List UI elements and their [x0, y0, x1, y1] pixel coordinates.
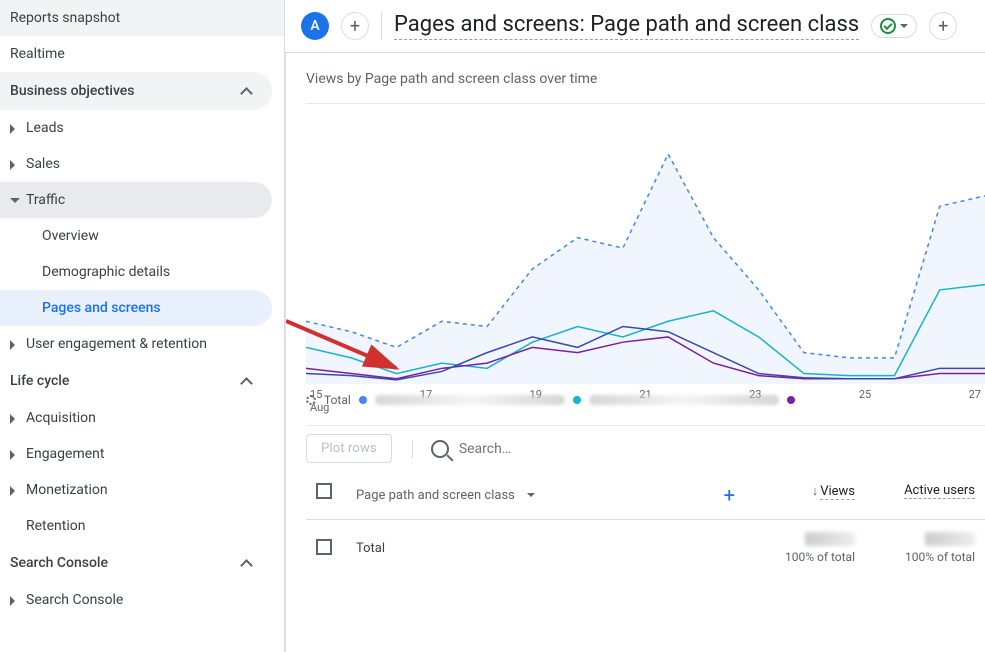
- add-dimension-button[interactable]: +: [724, 483, 735, 507]
- caret-right-icon: [10, 124, 15, 134]
- chevron-up-icon: [238, 554, 256, 572]
- nav-traffic-demographic[interactable]: Demographic details: [0, 254, 284, 290]
- check-circle-icon: [880, 18, 896, 34]
- caret-down-icon: [10, 198, 20, 203]
- nav-engagement[interactable]: Engagement: [0, 436, 284, 472]
- report-content: Views by Page path and screen class over…: [285, 53, 985, 652]
- main-panel: A + Pages and screens: Page path and scr…: [285, 0, 985, 652]
- caret-right-icon: [10, 340, 15, 350]
- add-comparison-button[interactable]: +: [341, 12, 369, 40]
- row-checkbox[interactable]: [316, 539, 332, 555]
- chart-card: Views by Page path and screen class over…: [306, 53, 985, 425]
- caret-right-icon: [10, 596, 15, 606]
- caret-right-icon: [10, 160, 15, 170]
- nav-traffic-overview[interactable]: Overview: [0, 218, 284, 254]
- table-row-total[interactable]: Total 100% of total 100% of total: [306, 520, 985, 578]
- chart-title: Views by Page path and screen class over…: [306, 71, 985, 87]
- add-card-button[interactable]: +: [929, 12, 957, 40]
- nav-group-life-cycle[interactable]: Life cycle: [0, 362, 272, 400]
- group-label: Life cycle: [10, 373, 69, 389]
- caret-right-icon: [10, 450, 15, 460]
- nav-monetization[interactable]: Monetization: [0, 472, 284, 508]
- views-value: [805, 532, 855, 546]
- sort-arrow-icon[interactable]: ↓: [812, 484, 819, 499]
- row-label: Total: [346, 520, 745, 578]
- metric-active-users-header[interactable]: Active users: [904, 483, 975, 499]
- table-toolbar: Plot rows: [306, 425, 985, 471]
- nav-acquisition[interactable]: Acquisition: [0, 400, 284, 436]
- active-users-pct: 100% of total: [905, 550, 975, 564]
- dimension-header[interactable]: Page path and screen class: [356, 488, 515, 503]
- chevron-up-icon: [238, 82, 256, 100]
- select-all-checkbox[interactable]: [316, 483, 332, 499]
- nav-group-business-objectives[interactable]: Business objectives: [0, 72, 272, 110]
- page-header: A + Pages and screens: Page path and scr…: [285, 0, 985, 53]
- search-input[interactable]: [459, 441, 985, 457]
- table-search: [412, 440, 985, 458]
- nav-traffic[interactable]: Traffic: [0, 182, 272, 218]
- caret-down-icon[interactable]: [527, 493, 535, 497]
- group-label: Business objectives: [10, 83, 135, 99]
- nav-traffic-pages-screens[interactable]: Pages and screens: [0, 290, 272, 326]
- caret-right-icon: [10, 486, 15, 496]
- report-nav: Reports snapshot Realtime Business objec…: [0, 0, 285, 652]
- chevron-up-icon: [238, 372, 256, 390]
- nav-retention[interactable]: Retention: [0, 508, 284, 544]
- nav-search-console[interactable]: Search Console: [0, 582, 284, 618]
- search-icon: [431, 440, 449, 458]
- group-label: Search Console: [10, 555, 108, 571]
- nav-user-engagement[interactable]: User engagement & retention: [0, 326, 284, 362]
- metric-views-header[interactable]: Views: [820, 484, 855, 500]
- nav-group-search-console[interactable]: Search Console: [0, 544, 272, 582]
- nav-realtime[interactable]: Realtime: [0, 36, 284, 72]
- legend-item-1: [375, 395, 565, 405]
- line-chart[interactable]: 15171921232527 Aug: [306, 103, 985, 383]
- views-pct: 100% of total: [785, 550, 855, 564]
- caret-down-icon: [900, 24, 908, 28]
- caret-right-icon: [10, 414, 15, 424]
- nav-sales[interactable]: Sales: [0, 146, 284, 182]
- divider: [381, 12, 382, 40]
- nav-leads[interactable]: Leads: [0, 110, 284, 146]
- page-title[interactable]: Pages and screens: Page path and screen …: [394, 12, 859, 40]
- plot-rows-button[interactable]: Plot rows: [306, 434, 392, 463]
- nav-reports-snapshot[interactable]: Reports snapshot: [0, 0, 284, 36]
- data-table: Page path and screen class + ↓Views Acti…: [306, 471, 985, 577]
- active-users-value: [925, 532, 975, 546]
- status-pill[interactable]: [871, 14, 917, 38]
- legend-item-2: [589, 395, 779, 405]
- audience-badge[interactable]: A: [301, 12, 329, 40]
